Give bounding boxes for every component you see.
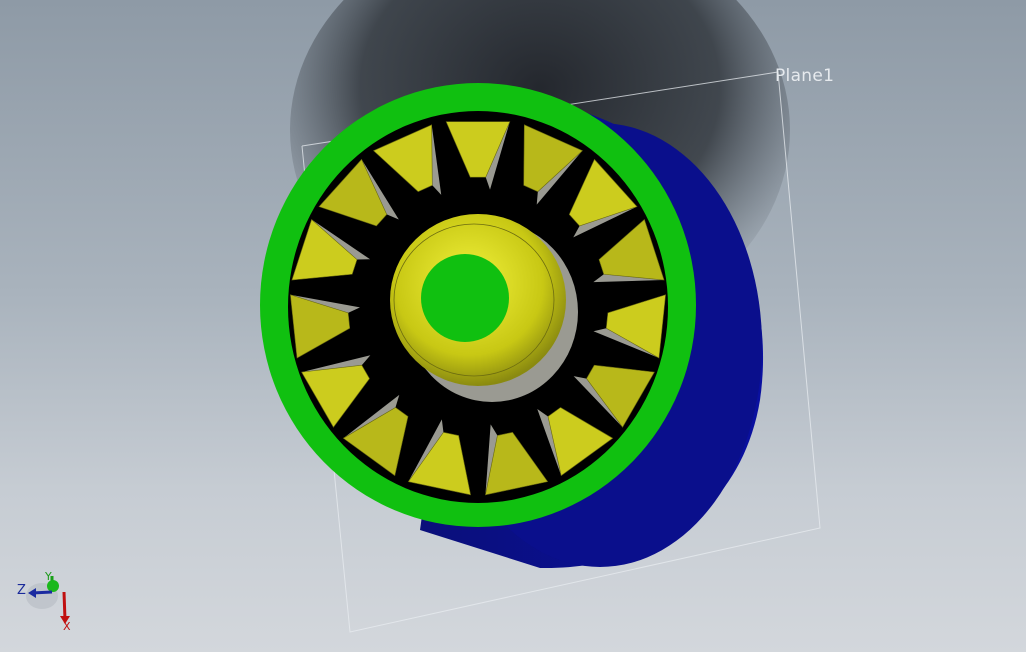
3d-viewport[interactable]: Plane1 Z Y X — [0, 0, 1026, 652]
triad-z-label: Z — [17, 583, 26, 598]
triad-x-label: X — [63, 620, 71, 633]
triad-y-label: Y — [45, 570, 52, 583]
hub-bore[interactable] — [421, 254, 509, 342]
model-scene[interactable] — [0, 0, 1026, 652]
plane1-label[interactable]: Plane1 — [775, 66, 834, 86]
